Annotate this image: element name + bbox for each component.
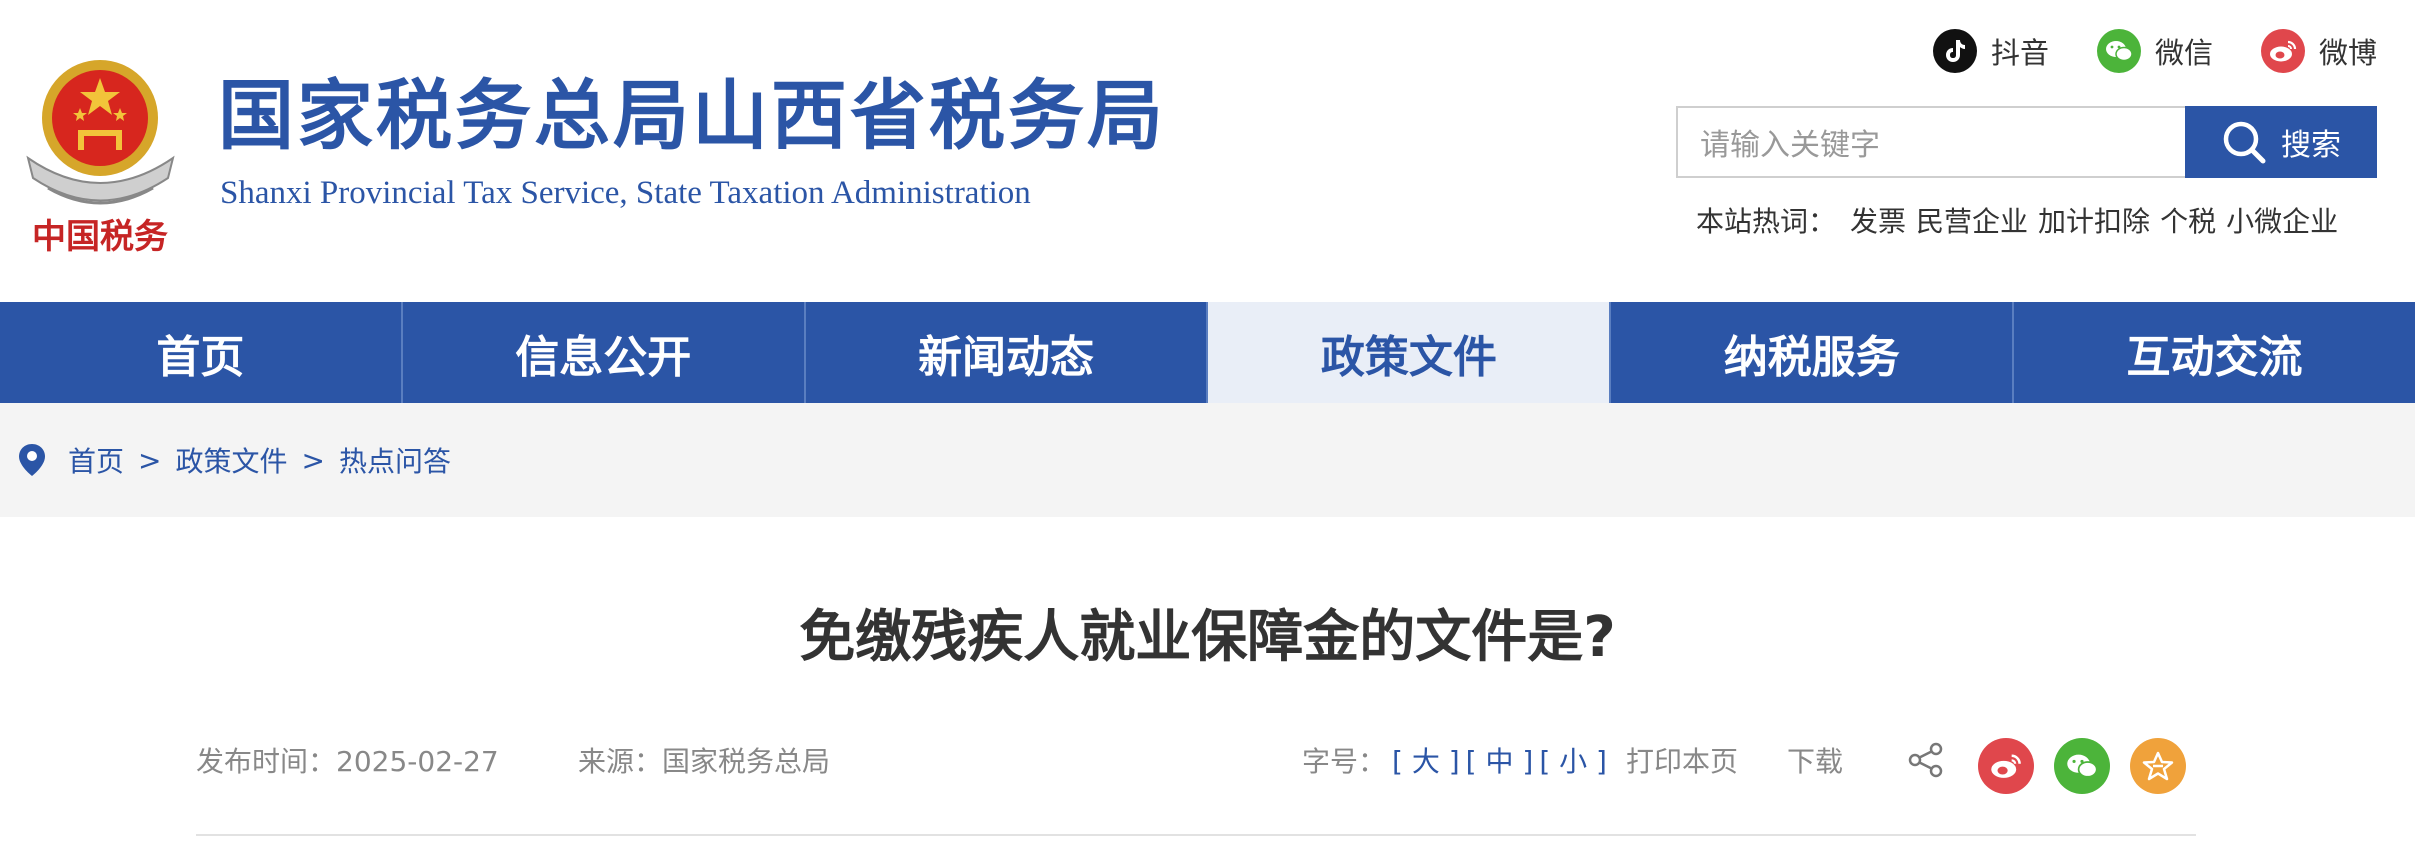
weibo-label: 微博 bbox=[2319, 36, 2378, 70]
site-subtitle-en: Shanxi Provincial Tax Service, State Tax… bbox=[220, 175, 1031, 211]
publish-date-label: 发布时间： bbox=[196, 745, 337, 778]
search-button-label: 搜索 bbox=[2281, 128, 2341, 163]
hotword-link[interactable]: 个税 bbox=[2160, 200, 2216, 240]
site-title[interactable]: 国家税务总局山西省税务局 bbox=[218, 70, 1166, 161]
search-input[interactable]: 请输入关键字 bbox=[1676, 106, 2186, 178]
download-button[interactable]: 下载 bbox=[1787, 740, 1843, 780]
hotword-link[interactable]: 民营企业 bbox=[1916, 200, 2028, 240]
breadcrumb-hot-qa[interactable]: 热点问答 bbox=[339, 440, 451, 480]
breadcrumb-home[interactable]: 首页 bbox=[68, 440, 124, 480]
wechat-link[interactable]: 微信 bbox=[2097, 28, 2213, 74]
breadcrumb-policy[interactable]: 政策文件 bbox=[175, 440, 287, 480]
share-weibo-button[interactable] bbox=[1978, 738, 2034, 794]
nav-item-info-disclosure[interactable]: 信息公开 bbox=[403, 302, 806, 403]
douyin-icon bbox=[1933, 29, 1977, 73]
publish-date-value: 2025-02-27 bbox=[336, 745, 499, 778]
nav-item-tax-service[interactable]: 纳税服务 bbox=[1611, 302, 2015, 403]
favorite-button[interactable] bbox=[2130, 738, 2186, 794]
breadcrumb-separator: > bbox=[138, 443, 162, 477]
font-size-controls: 字号： [ 大 ] [ 中 ] [ 小 ] bbox=[1302, 740, 1607, 780]
source-value: 国家税务总局 bbox=[662, 745, 831, 778]
hotwords: 本站热词： 发票 民营企业 加计扣除 个税 小微企业 bbox=[1696, 200, 2348, 240]
nav-item-policy[interactable]: 政策文件 bbox=[1208, 302, 1612, 403]
font-small-button[interactable]: [ 小 ] bbox=[1539, 740, 1607, 780]
print-button[interactable]: 打印本页 bbox=[1626, 740, 1738, 780]
douyin-link[interactable]: 抖音 bbox=[1933, 28, 2049, 74]
weibo-link[interactable]: 微博 bbox=[2261, 28, 2377, 74]
font-large-button[interactable]: [ 大 ] bbox=[1392, 740, 1460, 780]
wechat-icon bbox=[2097, 29, 2141, 73]
location-pin-icon bbox=[19, 444, 45, 476]
search-icon bbox=[2223, 121, 2266, 164]
source-label: 来源： bbox=[578, 745, 663, 778]
publish-date: 发布时间：2025-02-27 bbox=[196, 740, 499, 780]
share-wechat-button[interactable] bbox=[2054, 738, 2110, 794]
nav-item-interaction[interactable]: 互动交流 bbox=[2014, 302, 2415, 403]
star-icon bbox=[2142, 751, 2174, 781]
meta-divider bbox=[196, 834, 2196, 836]
font-size-label: 字号： bbox=[1302, 745, 1387, 778]
national-emblem-logo[interactable]: 中国税务 bbox=[18, 48, 183, 253]
wechat-label: 微信 bbox=[2155, 36, 2214, 70]
hotword-link[interactable]: 发票 bbox=[1850, 200, 1906, 240]
hotword-link[interactable]: 加计扣除 bbox=[2038, 200, 2150, 240]
wechat-icon bbox=[2067, 754, 2098, 778]
article-source: 来源：国家税务总局 bbox=[578, 740, 830, 780]
nav-item-news[interactable]: 新闻动态 bbox=[806, 302, 1209, 403]
font-medium-button[interactable]: [ 中 ] bbox=[1466, 740, 1534, 780]
article-title: 免缴残疾人就业保障金的文件是? bbox=[799, 605, 1616, 670]
nav-item-home[interactable]: 首页 bbox=[0, 302, 403, 403]
weibo-icon bbox=[2261, 29, 2305, 73]
main-nav: 首页 信息公开 新闻动态 政策文件 纳税服务 互动交流 bbox=[0, 302, 2415, 403]
search-button[interactable]: 搜索 bbox=[2185, 106, 2377, 178]
site-header: 中国税务 国家税务总局山西省税务局 Shanxi Provincial Tax … bbox=[0, 0, 2415, 302]
hotword-link[interactable]: 小微企业 bbox=[2226, 200, 2338, 240]
emblem-text: 中国税务 bbox=[32, 217, 168, 253]
breadcrumb-separator: > bbox=[301, 443, 325, 477]
hotwords-label: 本站热词： bbox=[1696, 205, 1837, 238]
breadcrumb: 首页 > 政策文件 > 热点问答 bbox=[0, 403, 2415, 517]
weibo-icon bbox=[1991, 754, 2021, 778]
share-icon[interactable] bbox=[1906, 740, 1946, 780]
douyin-label: 抖音 bbox=[1991, 36, 2050, 70]
